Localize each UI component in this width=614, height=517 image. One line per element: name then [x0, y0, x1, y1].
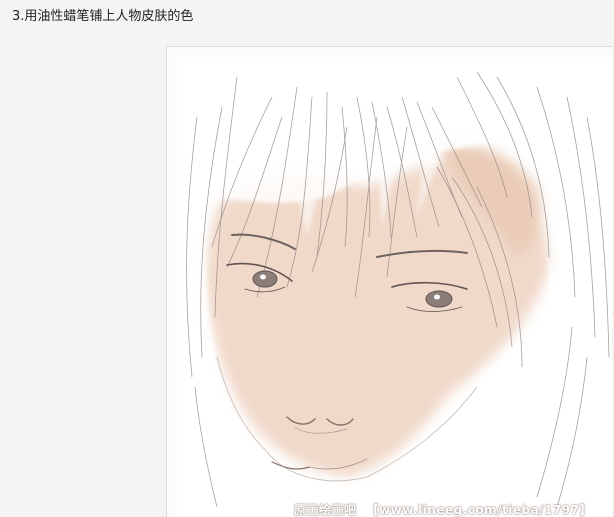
watermark-url: 【www.lineeg.com/tieba/1797】: [366, 503, 592, 517]
watermark-brand: 原画绘画吧: [294, 503, 357, 517]
sketch-drawing: [177, 57, 612, 517]
image-frame: 原画绘画吧 【www.lineeg.com/tieba/1797】: [166, 46, 612, 517]
step-title: 3.用油性蜡笔铺上人物皮肤的色: [12, 9, 194, 24]
page: 3.用油性蜡笔铺上人物皮肤的色 原画绘画吧 【www.lineeg.com/ti…: [0, 0, 614, 517]
illustration: 原画绘画吧 【www.lineeg.com/tieba/1797】: [177, 57, 612, 517]
watermark: 原画绘画吧 【www.lineeg.com/tieba/1797】: [294, 501, 592, 517]
